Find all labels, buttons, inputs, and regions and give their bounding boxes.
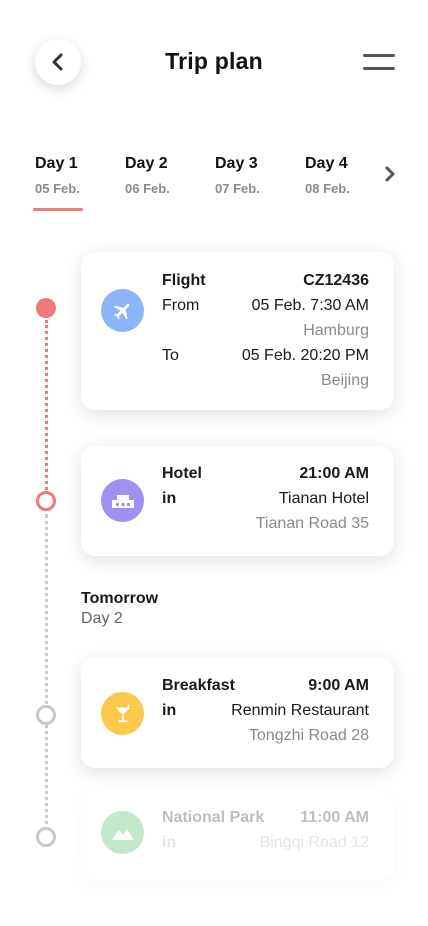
- park-label: National Park: [162, 809, 265, 826]
- active-tab-indicator: [33, 208, 83, 211]
- flight-label: Flight: [162, 272, 206, 289]
- separator-title: Tomorrow: [81, 590, 159, 607]
- park-time: 11:00 AM: [300, 809, 369, 826]
- timeline-line-completed: [45, 320, 48, 490]
- tab-day-label: Day 2: [125, 155, 168, 172]
- hotel-address: Tianan Road 35: [255, 515, 369, 532]
- tab-day-4[interactable]: Day 4 08 Feb.: [305, 155, 375, 196]
- hotel-icon: [101, 479, 144, 522]
- timeline-line-upcoming: [45, 514, 48, 832]
- restaurant-name: Renmin Restaurant: [231, 702, 369, 719]
- mountain-icon: [101, 811, 144, 854]
- tab-day-2[interactable]: Day 2 06 Feb.: [125, 155, 195, 196]
- flight-number: CZ12436: [303, 272, 369, 289]
- timeline-dot-breakfast: [36, 705, 56, 725]
- hotel-time: 21:00 AM: [299, 465, 369, 482]
- from-label: From: [162, 297, 200, 314]
- departure-city: Hamburg: [303, 322, 369, 339]
- chevron-right-icon[interactable]: [382, 165, 398, 183]
- timeline-dot-flight: [36, 298, 56, 318]
- separator-day: Day 2: [81, 610, 123, 627]
- in-label: in: [162, 490, 177, 507]
- tab-day-label: Day 1: [35, 155, 78, 172]
- hotel-card[interactable]: Hotel 21:00 AM in Tianan Hotel Tianan Road…: [81, 446, 394, 556]
- day-separator: Tomorrow Day 2: [81, 590, 158, 628]
- timeline-dot-park: [36, 827, 56, 847]
- in-label: in: [162, 834, 177, 851]
- tab-day-date: 06 Feb.: [125, 181, 170, 196]
- tab-day-date: 05 Feb.: [35, 181, 80, 196]
- hotel-name: Tianan Hotel: [278, 490, 369, 507]
- tab-day-date: 07 Feb.: [215, 181, 260, 196]
- airplane-icon: [101, 289, 144, 332]
- breakfast-label: Breakfast: [162, 677, 235, 694]
- timeline-dot-hotel: [36, 491, 56, 511]
- departure-time: 05 Feb. 7:30 AM: [251, 297, 369, 314]
- to-label: To: [162, 347, 179, 364]
- tab-day-3[interactable]: Day 3 07 Feb.: [215, 155, 285, 196]
- arrival-time: 05 Feb. 20:20 PM: [241, 347, 369, 364]
- breakfast-time: 9:00 AM: [308, 677, 369, 694]
- park-address: Bingqi Road 12: [259, 834, 369, 851]
- cocktail-icon: [101, 692, 144, 735]
- restaurant-address: Tongzhi Road 28: [248, 727, 369, 744]
- hotel-label: Hotel: [162, 465, 202, 482]
- national-park-card[interactable]: National Park 11:00 AM in Bingqi Road 12: [81, 790, 394, 880]
- tab-day-date: 08 Feb.: [305, 181, 350, 196]
- tab-day-1[interactable]: Day 1 05 Feb.: [35, 155, 105, 196]
- arrival-city: Beijing: [320, 372, 369, 389]
- breakfast-card[interactable]: Breakfast 9:00 AM in Renmin Restaurant Ton…: [81, 658, 394, 768]
- hamburger-menu-icon[interactable]: [363, 54, 395, 72]
- in-label: in: [162, 702, 177, 719]
- flight-card[interactable]: Flight CZ12436 From 05 Feb. 7:30 AM Hambur…: [81, 252, 394, 410]
- tab-day-label: Day 4: [305, 155, 348, 172]
- tab-day-label: Day 3: [215, 155, 258, 172]
